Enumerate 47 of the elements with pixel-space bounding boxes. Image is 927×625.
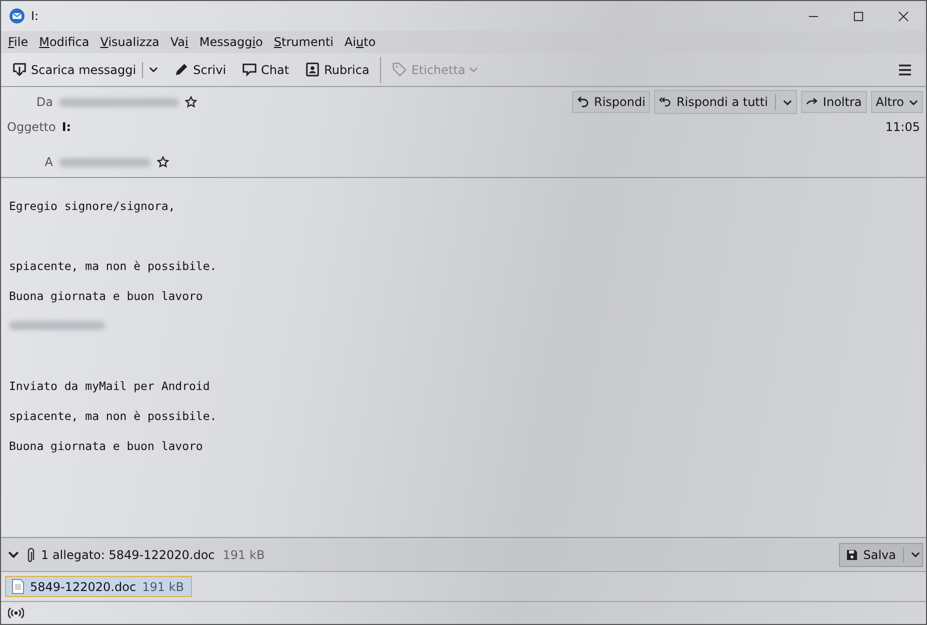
- app-logo-icon: [9, 8, 25, 24]
- attachment-summary[interactable]: 1 allegato: 5849-122020.doc: [41, 548, 215, 562]
- save-button[interactable]: Salva: [839, 542, 923, 566]
- online-status-icon[interactable]: [8, 607, 24, 619]
- header-action-button[interactable]: Rispondi: [572, 91, 650, 113]
- star-icon[interactable]: [157, 156, 169, 168]
- menu-item[interactable]: File: [7, 35, 34, 49]
- message-time: 11:05: [885, 120, 920, 134]
- reply-arrow-icon: [576, 96, 589, 108]
- window-title: I:: [31, 9, 39, 23]
- message-line: Buona giornata e buon lavoro: [9, 288, 204, 303]
- pencil-icon: [174, 62, 190, 77]
- to-label: A: [44, 155, 53, 169]
- menu-item[interactable]: Visualizza: [99, 35, 164, 49]
- subject-text: I:: [62, 120, 72, 134]
- menu-item[interactable]: Strumenti: [272, 35, 338, 49]
- chat-bubble-icon: [242, 62, 258, 77]
- menu-item[interactable]: Aiuto: [343, 35, 381, 49]
- message-line: Buona giornata e buon lavoro: [9, 438, 204, 453]
- attachment-item[interactable]: 5849-122020.doc 191 kB: [5, 576, 192, 597]
- toolbar-button[interactable]: Chat: [237, 59, 294, 80]
- header-action-button[interactable]: Rispondi a tutti: [654, 90, 797, 114]
- subject-label: Oggetto: [7, 120, 56, 134]
- header-action-button[interactable]: Altro: [870, 91, 923, 113]
- message-line: spiacente, ma non è possibile.: [9, 258, 218, 273]
- from-label: Da: [35, 95, 53, 109]
- caret-icon: [911, 550, 920, 559]
- message-line: Egregio signore/signora,: [9, 198, 176, 213]
- document-icon: [12, 579, 24, 594]
- toolbar-button[interactable]: Scarica messaggi: [7, 58, 164, 80]
- chevron-down-icon[interactable]: [8, 549, 19, 560]
- toolbar-button[interactable]: Rubrica: [300, 59, 374, 80]
- address-book-icon: [305, 62, 320, 77]
- menu-item[interactable]: Messaggio: [198, 35, 268, 49]
- message-line: Inviato da myMail per Android: [9, 378, 211, 393]
- message-line: spiacente, ma non è possibile.: [9, 408, 218, 423]
- toolbar-button[interactable]: Scrivi: [169, 59, 232, 80]
- header-action-button[interactable]: Inoltra: [800, 91, 867, 113]
- download-icon: [12, 62, 27, 77]
- attachment-size: 191 kB: [222, 548, 265, 562]
- menu-icon[interactable]: [898, 64, 912, 76]
- menu-item[interactable]: Modifica: [38, 35, 94, 49]
- tag-icon: [392, 62, 408, 77]
- star-icon[interactable]: [185, 96, 197, 108]
- paperclip-icon: [27, 546, 35, 562]
- reply-all-arrow-icon: [659, 96, 672, 108]
- menu-item[interactable]: Vai: [169, 35, 194, 49]
